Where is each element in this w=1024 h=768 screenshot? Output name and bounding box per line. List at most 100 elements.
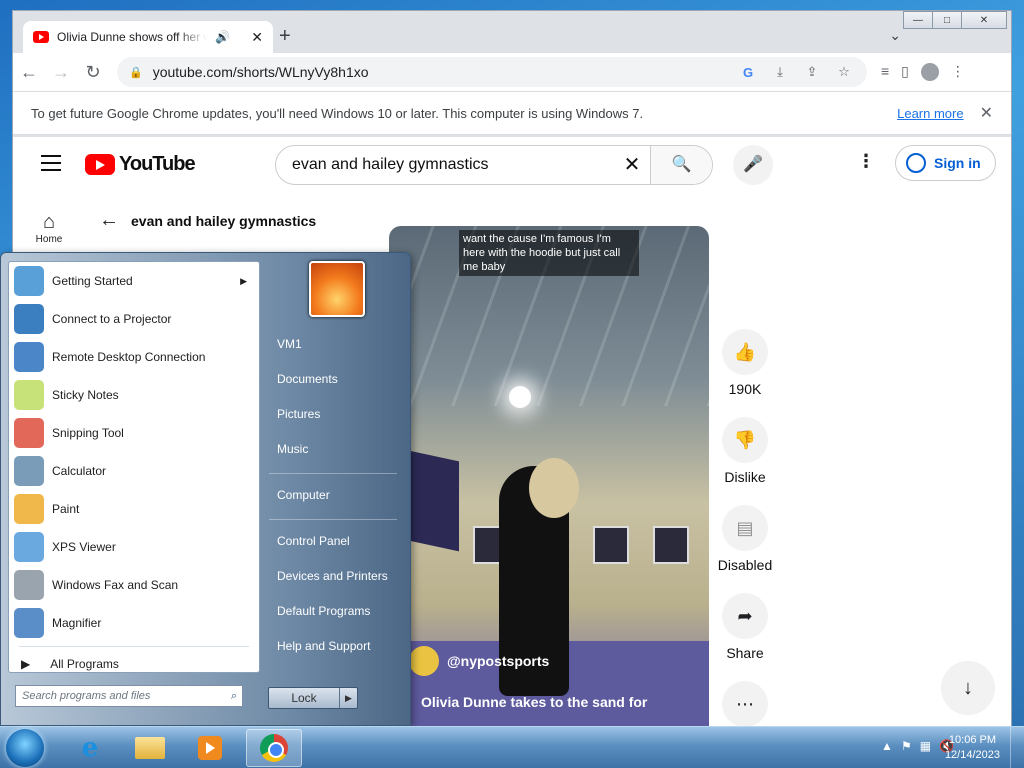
back-icon[interactable]: ← <box>13 62 45 83</box>
settings-menu-icon[interactable]: ⋮ <box>857 151 875 172</box>
search-button[interactable]: 🔍 <box>650 146 712 184</box>
short-video-player[interactable]: want the cause I'm famous I'm here with … <box>389 226 709 731</box>
video-overlay-caption: want the cause I'm famous I'm here with … <box>459 230 639 276</box>
youtube-wordmark: YouTube <box>119 153 196 175</box>
comment-icon[interactable]: ▤ <box>722 505 768 551</box>
start-menu-place-link[interactable]: Computer <box>263 484 403 519</box>
new-tab-button[interactable]: + <box>279 25 291 48</box>
tab-search-icon[interactable]: ⌄ <box>889 27 901 44</box>
start-menu-place-link[interactable]: Documents <box>263 368 403 403</box>
next-short-arrow-icon[interactable]: ↓ <box>941 661 995 715</box>
program-icon <box>14 456 44 486</box>
start-menu-program[interactable]: Connect to a Projector <box>9 300 259 338</box>
short-actions: 👍 190K 👎 Dislike ▤ Disabled ➦ Share ⋯ <box>717 329 773 731</box>
more-options-icon[interactable]: ⋯ <box>722 681 768 727</box>
lock-label[interactable]: Lock <box>269 688 339 708</box>
search-input[interactable]: evan and hailey gymnastics <box>276 146 614 184</box>
start-menu-program[interactable]: Paint <box>9 490 259 528</box>
browser-tab[interactable]: Olivia Dunne shows off her w 🔊 ✕ <box>23 21 273 53</box>
user-picture[interactable] <box>309 261 365 317</box>
tab-title: Olivia Dunne shows off her w <box>57 30 207 44</box>
bookmark-star-icon[interactable]: ☆ <box>833 64 855 80</box>
start-menu-program[interactable]: Remote Desktop Connection <box>9 338 259 376</box>
profile-avatar-icon[interactable] <box>920 63 939 81</box>
show-desktop-button[interactable] <box>1010 727 1024 768</box>
audio-playing-icon[interactable]: 🔊 <box>215 30 230 44</box>
reload-icon[interactable]: ↻ <box>77 62 109 83</box>
internet-explorer-icon[interactable]: e <box>62 729 118 767</box>
start-menu-place-link[interactable]: VM1 <box>263 333 403 368</box>
start-menu-program[interactable]: Snipping Tool <box>9 414 259 452</box>
sign-in-button[interactable]: Sign in <box>895 145 996 181</box>
tab-close-icon[interactable]: ✕ <box>251 29 263 46</box>
dislike-action[interactable]: 👎 Dislike <box>717 417 773 485</box>
voice-search-icon[interactable]: 🎤 <box>733 145 773 185</box>
short-title[interactable]: Olivia Dunne takes to the sand for <box>421 694 647 710</box>
url-text[interactable]: youtube.com/shorts/WLnyVy8h1xo <box>153 64 727 80</box>
all-programs-button[interactable]: ▶ All Programs <box>9 651 259 677</box>
maximize-button[interactable]: □ <box>932 11 962 29</box>
lock-button[interactable]: Lock ▶ <box>268 687 358 709</box>
start-menu-program[interactable]: Getting Started ▶ <box>9 262 259 300</box>
sidebar-item-home[interactable]: ⌂ Home <box>33 211 65 245</box>
system-clock[interactable]: 10:06 PM 12/14/2023 <box>945 733 1000 763</box>
address-bar[interactable]: 🔒 youtube.com/shorts/WLnyVy8h1xo G ⤓ ⇪ ☆ <box>117 57 867 87</box>
lock-icon[interactable]: 🔒 <box>129 66 143 79</box>
thumbs-up-icon[interactable]: 👍 <box>722 329 768 375</box>
youtube-logo[interactable]: YouTube <box>85 153 196 176</box>
search-icon[interactable]: ⌕ <box>231 686 237 706</box>
program-icon <box>14 342 44 372</box>
action-center-flag-icon[interactable]: ⚑ <box>901 739 912 753</box>
start-menu-place-link[interactable]: Help and Support <box>263 635 403 670</box>
install-app-icon[interactable]: ⤓ <box>769 64 791 80</box>
system-tray: ▲ ⚑ ▦ 🔇 <box>881 739 954 753</box>
guide-menu-icon[interactable] <box>41 155 61 176</box>
media-player-icon[interactable] <box>182 729 238 767</box>
channel-link[interactable]: @nypostsports <box>409 646 549 676</box>
start-menu-program[interactable]: Magnifier <box>9 604 259 642</box>
separator <box>269 519 397 520</box>
share-arrow-icon[interactable]: ➦ <box>722 593 768 639</box>
program-label: Snipping Tool <box>52 426 124 440</box>
comments-action[interactable]: ▤ Disabled <box>717 505 773 573</box>
start-menu-program[interactable]: Windows Fax and Scan <box>9 566 259 604</box>
start-menu-program[interactable]: XPS Viewer <box>9 528 259 566</box>
reading-list-icon[interactable]: ≡ <box>881 63 889 81</box>
google-translate-icon[interactable]: G <box>737 65 759 80</box>
channel-avatar[interactable] <box>409 646 439 676</box>
more-action[interactable]: ⋯ <box>717 681 773 727</box>
file-explorer-icon[interactable] <box>122 729 178 767</box>
start-menu-place-link[interactable]: Control Panel <box>263 530 403 565</box>
clear-search-icon[interactable]: ✕ <box>614 146 650 184</box>
chrome-menu-icon[interactable]: ⋮ <box>951 63 965 81</box>
shutdown-options-arrow-icon[interactable]: ▶ <box>339 688 357 708</box>
side-panel-icon[interactable]: ▯ <box>901 63 909 81</box>
start-menu-program[interactable]: Calculator <box>9 452 259 490</box>
like-count: 190K <box>728 381 762 397</box>
start-search-input[interactable]: Search programs and files ⌕ <box>15 685 243 707</box>
start-menu-place-link[interactable]: Devices and Printers <box>263 565 403 600</box>
program-label: Paint <box>52 502 80 516</box>
forward-icon[interactable]: → <box>45 62 77 83</box>
start-menu-place-link[interactable]: Pictures <box>263 403 403 438</box>
network-icon[interactable]: ▦ <box>920 739 931 753</box>
start-menu-places-pane: VM1 Documents Pictures Music Computer Contr… <box>263 333 403 670</box>
dislike-label: Dislike <box>724 469 766 485</box>
learn-more-link[interactable]: Learn more <box>897 106 963 121</box>
program-label: Magnifier <box>52 616 102 630</box>
show-hidden-icons-icon[interactable]: ▲ <box>881 739 893 753</box>
minimize-button[interactable]: — <box>903 11 933 29</box>
like-action[interactable]: 👍 190K <box>717 329 773 397</box>
start-orb-button[interactable] <box>6 729 44 767</box>
infobar-close-icon[interactable]: ✕ <box>980 103 993 123</box>
thumbs-down-icon[interactable]: 👎 <box>722 417 768 463</box>
start-menu-place-link[interactable]: Music <box>263 438 403 473</box>
share-icon[interactable]: ⇪ <box>801 64 823 80</box>
window-close-button[interactable]: ✕ <box>961 11 1007 29</box>
share-action[interactable]: ➦ Share <box>717 593 773 661</box>
channel-name[interactable]: @nypostsports <box>447 653 549 669</box>
chrome-taskbar-icon[interactable] <box>246 729 302 767</box>
start-menu-place-link[interactable]: Default Programs <box>263 600 403 635</box>
back-arrow-icon[interactable]: ← <box>99 209 119 232</box>
start-menu-program[interactable]: Sticky Notes <box>9 376 259 414</box>
